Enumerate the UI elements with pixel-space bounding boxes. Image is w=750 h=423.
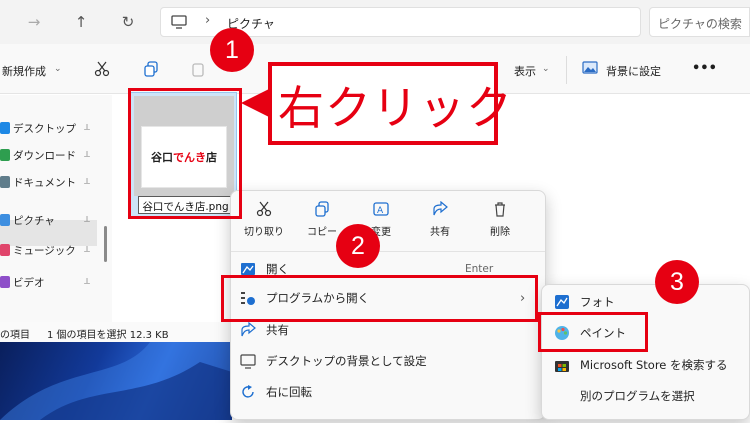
wallpaper-icon — [240, 354, 256, 369]
photos-icon — [555, 295, 569, 309]
wallpaper-icon — [582, 61, 598, 74]
share-action[interactable]: 共有 — [417, 197, 463, 245]
search-input[interactable]: ピクチャの検索 — [649, 7, 750, 37]
new-button[interactable]: 新規作成 — [2, 63, 46, 79]
more-options-button[interactable]: ••• — [692, 61, 717, 76]
scissors-icon[interactable] — [94, 61, 110, 77]
sidebar-item-label: ミュージック — [13, 244, 76, 257]
view-button[interactable]: 表示 — [514, 63, 536, 79]
refresh-icon[interactable]: ↻ — [116, 10, 140, 34]
sidebar-scrollbar[interactable] — [104, 226, 107, 262]
sidebar-item-music[interactable]: ミュージック ⟂ — [0, 237, 100, 263]
desktop-icon — [0, 122, 10, 134]
wallpaper-bloom — [0, 342, 232, 420]
submenu-item-choose-another[interactable]: 別のプログラムを選択 — [580, 383, 695, 409]
step-badge-3: 3 — [655, 260, 699, 304]
sidebar-item-label: ピクチャ — [13, 214, 55, 227]
sidebar-item-desktop[interactable]: デスクトップ ⟂ — [0, 115, 100, 141]
set-background-button[interactable]: 背景に設定 — [606, 63, 661, 79]
highlight-open-with — [221, 275, 538, 322]
share-icon — [241, 322, 256, 337]
share-icon — [433, 201, 448, 216]
chevron-down-icon: ⌄ — [54, 64, 62, 74]
sidebar-item-label: デスクトップ — [13, 122, 76, 135]
menu-divider — [231, 251, 545, 252]
copy-icon[interactable] — [143, 61, 159, 77]
submenu-item-store-search[interactable]: Microsoft Store を検索する — [554, 352, 728, 378]
step-badge-2: 2 — [336, 224, 380, 268]
sidebar-item-document[interactable]: ドキュメント ⟂ — [0, 169, 100, 195]
trash-icon — [495, 202, 505, 217]
download-icon — [0, 149, 10, 161]
chevron-down-icon: ⌄ — [542, 64, 550, 74]
sidebar-item-pictures[interactable]: ピクチャ ⟂ — [0, 207, 100, 233]
forward-arrow-icon[interactable]: → — [22, 10, 46, 34]
callout-text: 右クリック — [278, 81, 513, 135]
callout-arrow — [241, 88, 271, 118]
svg-text:A: A — [377, 206, 384, 216]
highlight-paint — [538, 312, 648, 352]
store-icon — [555, 361, 569, 372]
pin-icon[interactable]: ⟂ — [84, 177, 90, 187]
pin-icon[interactable]: ⟂ — [84, 150, 90, 160]
highlight-file — [128, 88, 242, 219]
pin-icon[interactable]: ⟂ — [84, 277, 90, 287]
video-icon — [0, 276, 10, 288]
menu-item-set-desktop-background[interactable]: デスクトップの背景として設定 — [240, 348, 427, 374]
pin-icon[interactable]: ⟂ — [84, 215, 90, 225]
up-arrow-icon[interactable]: ↑ — [69, 10, 93, 34]
rotate-right-icon — [242, 385, 254, 398]
sidebar-item-label: ドキュメント — [13, 176, 76, 189]
pictures-icon — [0, 214, 10, 226]
menu-item-rotate-right[interactable]: 右に回転 — [240, 379, 312, 405]
rename-icon: A — [373, 202, 389, 216]
pin-icon[interactable]: ⟂ — [84, 123, 90, 133]
callout-box: 右クリック — [268, 62, 512, 145]
toolbar-divider — [566, 56, 567, 84]
sidebar-item-video[interactable]: ビデオ ⟂ — [0, 269, 100, 295]
scissors-icon — [256, 201, 272, 217]
sidebar-item-label: ビデオ — [13, 276, 45, 289]
status-selected: 1 個の項目を選択 12.3 KB — [47, 330, 169, 341]
status-items-count: の項目 — [0, 330, 30, 341]
copy-icon — [315, 201, 329, 217]
document-icon — [0, 176, 10, 188]
paste-icon[interactable] — [190, 61, 206, 77]
monitor-icon — [171, 15, 187, 29]
sidebar-item-download[interactable]: ダウンロード ⟂ — [0, 142, 100, 168]
cut-action[interactable]: 切り取り — [241, 197, 287, 245]
music-icon — [0, 244, 10, 256]
step-badge-1: 1 — [210, 28, 254, 72]
status-bar: の項目 1 個の項目を選択 12.3 KB — [0, 322, 230, 342]
desktop-wallpaper — [0, 342, 232, 420]
pin-icon[interactable]: ⟂ — [84, 245, 90, 255]
delete-action[interactable]: 削除 — [477, 197, 523, 245]
chevron-right-icon: › — [205, 13, 211, 28]
sidebar-item-label: ダウンロード — [13, 149, 76, 162]
